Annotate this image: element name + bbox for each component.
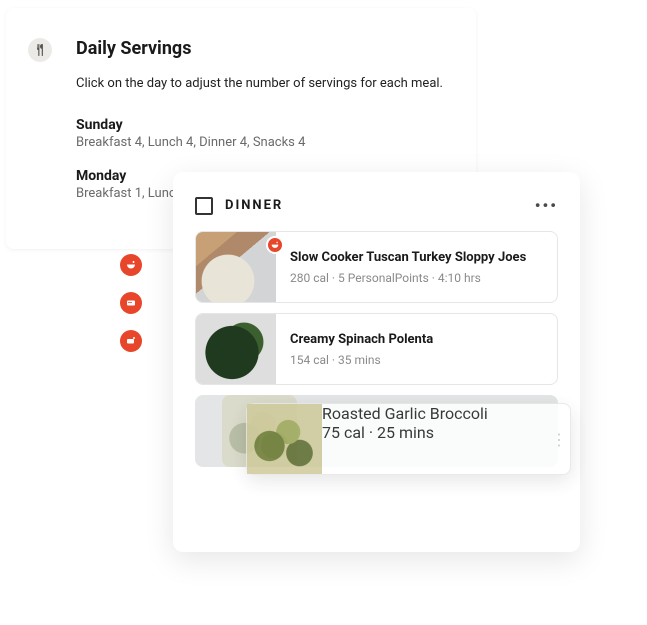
add-card-icon[interactable] (120, 330, 142, 352)
servings-day[interactable]: Sunday Breakfast 4, Lunch 4, Dinner 4, S… (76, 117, 446, 150)
recipe-thumbnail (196, 314, 276, 384)
utensils-icon (28, 38, 52, 62)
select-all-checkbox[interactable] (195, 197, 213, 215)
recipe-meta: 280 cal · 5 PersonalPoints · 4:10 hrs (290, 271, 526, 285)
more-menu-icon[interactable]: ••• (535, 196, 558, 215)
dinner-header: DINNER ••• (195, 196, 558, 215)
servings-description: Click on the day to adjust the number of… (76, 75, 446, 93)
recipe-meta: 154 cal · 35 mins (290, 353, 433, 367)
meal-label: DINNER (225, 198, 283, 213)
drop-zone[interactable] (195, 395, 558, 467)
recipe-title: Slow Cooker Tuscan Turkey Sloppy Joes (290, 250, 526, 265)
action-icon-column (120, 254, 142, 352)
servings-title: Daily Servings (76, 38, 446, 59)
recipe-card[interactable]: Slow Cooker Tuscan Turkey Sloppy Joes 28… (195, 231, 558, 303)
recipe-thumbnail (196, 232, 276, 302)
day-summary: Breakfast 4, Lunch 4, Dinner 4, Snacks 4 (76, 135, 446, 150)
add-bowl-icon[interactable] (120, 254, 142, 276)
add-badge-icon[interactable] (266, 236, 284, 254)
dinner-panel: DINNER ••• Slow Cooker Tuscan Turkey Slo… (173, 172, 580, 552)
day-name: Sunday (76, 117, 446, 133)
card-icon[interactable] (120, 292, 142, 314)
recipe-card[interactable]: Creamy Spinach Polenta 154 cal · 35 mins (195, 313, 558, 385)
recipe-title: Creamy Spinach Polenta (290, 332, 433, 347)
